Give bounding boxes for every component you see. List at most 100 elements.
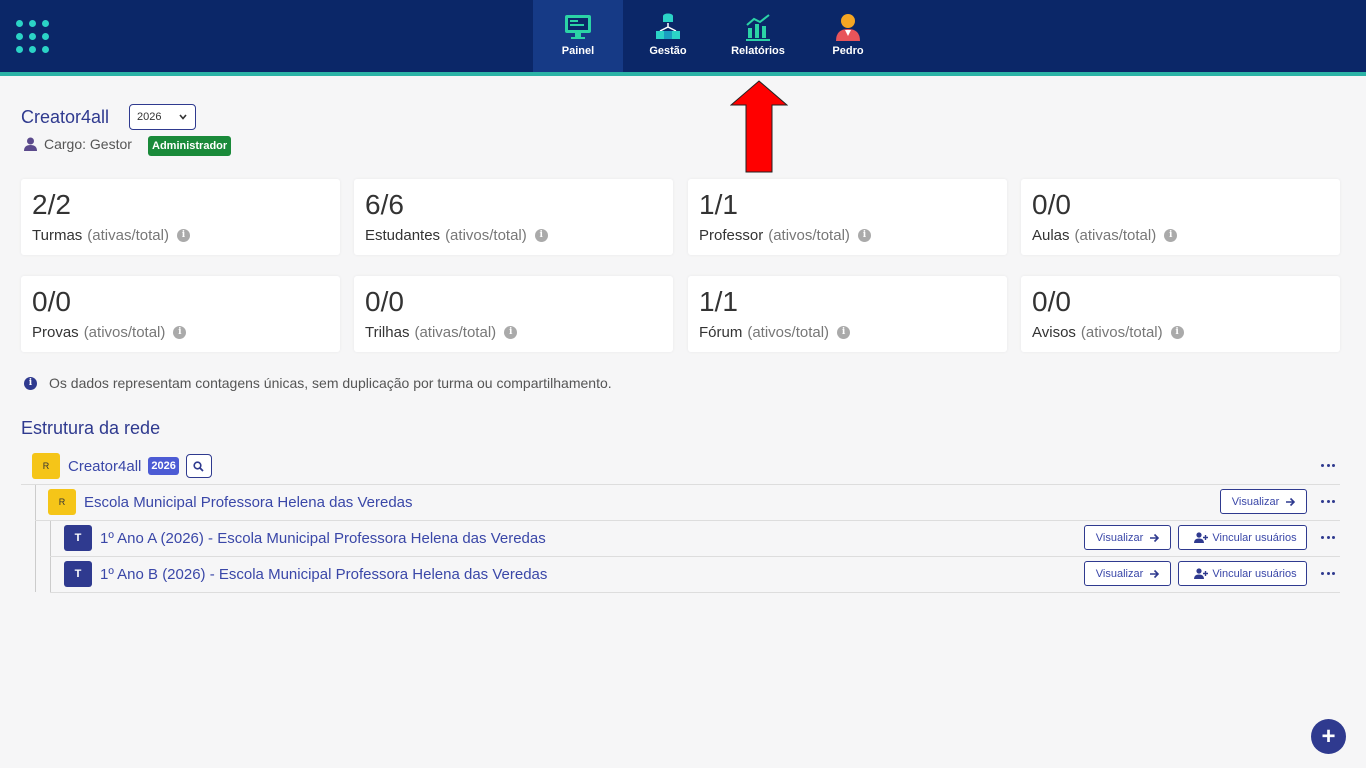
tree-row-class: T 1º Ano A (2026) - Escola Municipal Pro… [64, 520, 546, 556]
nav-relatorios[interactable]: Relatórios [713, 0, 803, 72]
stat-name: Fórum [699, 324, 743, 341]
tree-line [35, 484, 36, 592]
note-text: Os dados representam contagens únicas, s… [49, 375, 612, 391]
row-divider [50, 592, 1340, 593]
nav-gestao[interactable]: Gestão [623, 0, 713, 72]
link-users-button[interactable]: Vincular usuários [1178, 525, 1307, 550]
stat-card-trilhas: 0/0 Trilhas (ativas/total) i [354, 276, 673, 352]
org-title: Creator4all [21, 107, 110, 127]
info-icon[interactable]: i [176, 229, 190, 242]
stat-name: Avisos [1032, 324, 1076, 341]
stat-suffix: (ativas/total) [1074, 227, 1157, 244]
chart-icon [746, 14, 770, 41]
stat-label: Professor (ativos/total) i [699, 227, 871, 244]
nav-painel[interactable]: Painel [533, 0, 623, 72]
info-icon[interactable]: i [1164, 229, 1178, 242]
stat-suffix: (ativos/total) [747, 324, 830, 341]
arrow-right-icon [1286, 497, 1296, 506]
stat-value: 2/2 [32, 189, 71, 220]
stat-card-avisos: 0/0 Avisos (ativos/total) i [1021, 276, 1340, 352]
class-avatar: T [64, 525, 92, 551]
button-label: Visualizar [1095, 531, 1144, 544]
tree-class-link[interactable]: 1º Ano B (2026) - Escola Municipal Profe… [100, 566, 547, 583]
add-fab-button[interactable]: + [1311, 719, 1346, 754]
view-class-button[interactable]: Visualizar [1084, 525, 1171, 550]
stat-suffix: (ativos/total) [83, 324, 166, 341]
stat-card-professor: 1/1 Professor (ativos/total) i [688, 179, 1007, 255]
stat-name: Professor [699, 227, 764, 244]
network-icon [656, 13, 680, 39]
view-class-button[interactable]: Visualizar [1084, 561, 1171, 586]
button-label: Vincular usuários [1212, 531, 1297, 544]
more-options-icon[interactable] [1321, 500, 1335, 504]
stat-name: Estudantes [365, 227, 441, 244]
main-nav: Painel Gestão Relatórios Pedro [533, 0, 893, 72]
user-avatar-icon [836, 14, 860, 41]
stat-card-estudantes: 6/6 Estudantes (ativos/total) i [354, 179, 673, 255]
nav-label: Gestão [649, 45, 687, 57]
role-label: Cargo: Gestor [44, 136, 132, 152]
tree-row-class: T 1º Ano B (2026) - Escola Municipal Pro… [64, 556, 547, 592]
data-note: i Os dados representam contagens únicas,… [24, 375, 612, 391]
user-icon [24, 137, 37, 151]
tree-school-link[interactable]: Escola Municipal Professora Helena das V… [84, 494, 413, 511]
info-icon[interactable]: i [173, 326, 187, 339]
stat-name: Aulas [1032, 227, 1070, 244]
user-plus-icon [1194, 568, 1209, 579]
top-navbar: Painel Gestão Relatórios Pedro [0, 0, 1366, 72]
button-label: Visualizar [1231, 495, 1280, 508]
nav-label: Pedro [832, 45, 864, 57]
stat-card-turmas: 2/2 Turmas (ativas/total) i [21, 179, 340, 255]
chevron-down-icon [179, 114, 187, 120]
info-icon[interactable]: i [857, 229, 871, 242]
arrow-right-icon [1150, 533, 1160, 542]
view-school-button[interactable]: Visualizar [1220, 489, 1307, 514]
tree-root-link[interactable]: Creator4all [68, 458, 141, 475]
search-icon [193, 460, 204, 472]
stat-suffix: (ativos/total) [1080, 324, 1163, 341]
stat-name: Turmas [32, 227, 83, 244]
stat-suffix: (ativas/total) [414, 324, 497, 341]
stat-value: 0/0 [32, 286, 71, 317]
admin-badge: Administrador [148, 136, 232, 156]
stat-label: Estudantes (ativos/total) i [365, 227, 548, 244]
info-icon[interactable]: i [1170, 326, 1184, 339]
search-button[interactable] [185, 454, 212, 478]
stat-label: Turmas (ativas/total) i [32, 227, 190, 244]
nav-label: Painel [561, 45, 595, 57]
nav-user-pedro[interactable]: Pedro [803, 0, 893, 72]
year-select[interactable]: 2026 [129, 104, 196, 130]
stat-label: Aulas (ativas/total) i [1032, 227, 1178, 244]
arrow-right-icon [1150, 569, 1160, 578]
stat-value: 1/1 [699, 189, 738, 220]
info-icon[interactable]: i [504, 326, 518, 339]
more-options-icon[interactable] [1321, 572, 1335, 576]
stat-value: 0/0 [365, 286, 404, 317]
stat-card-aulas: 0/0 Aulas (ativas/total) i [1021, 179, 1340, 255]
stat-value: 0/0 [1032, 286, 1071, 317]
more-options-icon[interactable] [1321, 464, 1335, 468]
section-title: Estrutura da rede [21, 418, 161, 438]
role-info: Cargo: Gestor [24, 136, 132, 152]
year-select-value: 2026 [137, 111, 162, 123]
info-icon[interactable]: i [534, 229, 548, 242]
stat-value: 0/0 [1032, 189, 1071, 220]
stat-name: Trilhas [365, 324, 410, 341]
stat-label: Trilhas (ativas/total) i [365, 324, 518, 341]
stat-label: Provas (ativos/total) i [32, 324, 187, 341]
stat-value: 6/6 [365, 189, 404, 220]
monitor-icon [565, 15, 591, 39]
apps-grid-icon[interactable] [16, 20, 50, 54]
stat-suffix: (ativas/total) [87, 227, 169, 244]
stat-label: Fórum (ativos/total) i [699, 324, 851, 341]
more-options-icon[interactable] [1321, 536, 1335, 540]
tree-row-school: R Escola Municipal Professora Helena das… [48, 484, 413, 520]
stat-value: 1/1 [699, 286, 738, 317]
link-users-button[interactable]: Vincular usuários [1178, 561, 1307, 586]
stat-card-provas: 0/0 Provas (ativos/total) i [21, 276, 340, 352]
tree-class-link[interactable]: 1º Ano A (2026) - Escola Municipal Profe… [100, 530, 546, 547]
button-label: Visualizar [1095, 567, 1144, 580]
user-plus-icon [1194, 532, 1209, 543]
year-chip: 2026 [148, 457, 179, 475]
info-icon[interactable]: i [837, 326, 851, 339]
